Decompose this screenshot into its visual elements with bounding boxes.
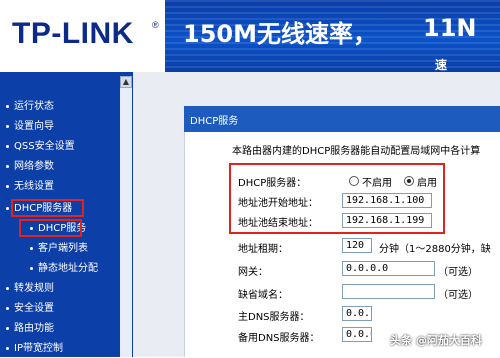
sidebar-item-label: 运行状态	[14, 101, 54, 112]
banner-slogan: 150M无线速率，	[183, 20, 377, 48]
lease-input[interactable]: 120	[342, 238, 372, 253]
highlight-box-dhcp-server	[11, 199, 84, 217]
highlight-box-form	[229, 163, 445, 234]
panel-description: 本路由器内建的DHCP服务器能自动配置局域网中各计算	[232, 146, 481, 157]
primary-dns-input[interactable]: 0.0.	[342, 306, 372, 321]
sidebar-item-label: QSS安全设置	[14, 141, 75, 152]
bullet-icon	[6, 207, 9, 210]
domain-label: 缺省域名：	[238, 290, 288, 301]
registered-mark: ®	[152, 20, 159, 30]
bullet-icon	[6, 165, 9, 168]
secondary-dns-label: 备用DNS服务器：	[238, 333, 320, 344]
lease-hint: 分钟（1～2880分钟，缺	[379, 244, 491, 255]
domain-input[interactable]	[342, 284, 435, 299]
panel-title: DHCP服务	[190, 116, 239, 127]
bullet-icon	[6, 287, 9, 290]
primary-dns-label: 主DNS服务器：	[238, 312, 310, 323]
bullet-icon	[6, 145, 9, 148]
bullet-icon	[6, 307, 9, 310]
bullet-icon	[6, 125, 9, 128]
sidebar-item-label: 路由功能	[14, 323, 54, 334]
banner-slogan-suffix: 11N	[423, 14, 477, 42]
gateway-label: 网关：	[238, 267, 268, 278]
logo: TP-LINK ®	[0, 0, 165, 72]
sidebar-item-label: 无线设置	[14, 181, 54, 192]
sidebar-item-label: 网络参数	[14, 161, 54, 172]
highlight-box-dhcp-service	[19, 219, 82, 237]
sidebar-item-label: 静态地址分配	[38, 263, 98, 274]
bullet-icon	[6, 347, 9, 350]
lease-label: 地址租期：	[238, 244, 288, 255]
bullet-icon	[30, 267, 33, 270]
sidebar-item-label: 安全设置	[14, 303, 54, 314]
logo-text: TP-LINK	[12, 17, 134, 50]
watermark-text: 头条 @阿茄大百科	[390, 334, 482, 347]
sidebar-item-label: IP带宽控制	[14, 343, 63, 354]
domain-hint: （可选）	[438, 290, 478, 301]
watermark: 头条 @阿茄大百科	[368, 329, 498, 351]
scroll-up-icon[interactable]: ▲	[120, 76, 132, 88]
sidebar-item-label: 客户端列表	[38, 243, 88, 254]
sidebar-item-label: 转发规则	[14, 283, 54, 294]
bullet-icon	[30, 247, 33, 250]
bullet-icon	[6, 185, 9, 188]
bullet-icon	[6, 327, 9, 330]
gateway-hint: （可选）	[438, 267, 478, 278]
sidebar-scrollbar[interactable]	[120, 76, 132, 357]
bullet-icon	[6, 105, 9, 108]
sidebar-item-label: 设置向导	[14, 121, 54, 132]
banner-tail-text: 速	[435, 58, 448, 72]
header-banner: 150M无线速率， 11N 速	[165, 0, 500, 72]
gateway-input[interactable]: 0.0.0.0	[342, 261, 435, 276]
